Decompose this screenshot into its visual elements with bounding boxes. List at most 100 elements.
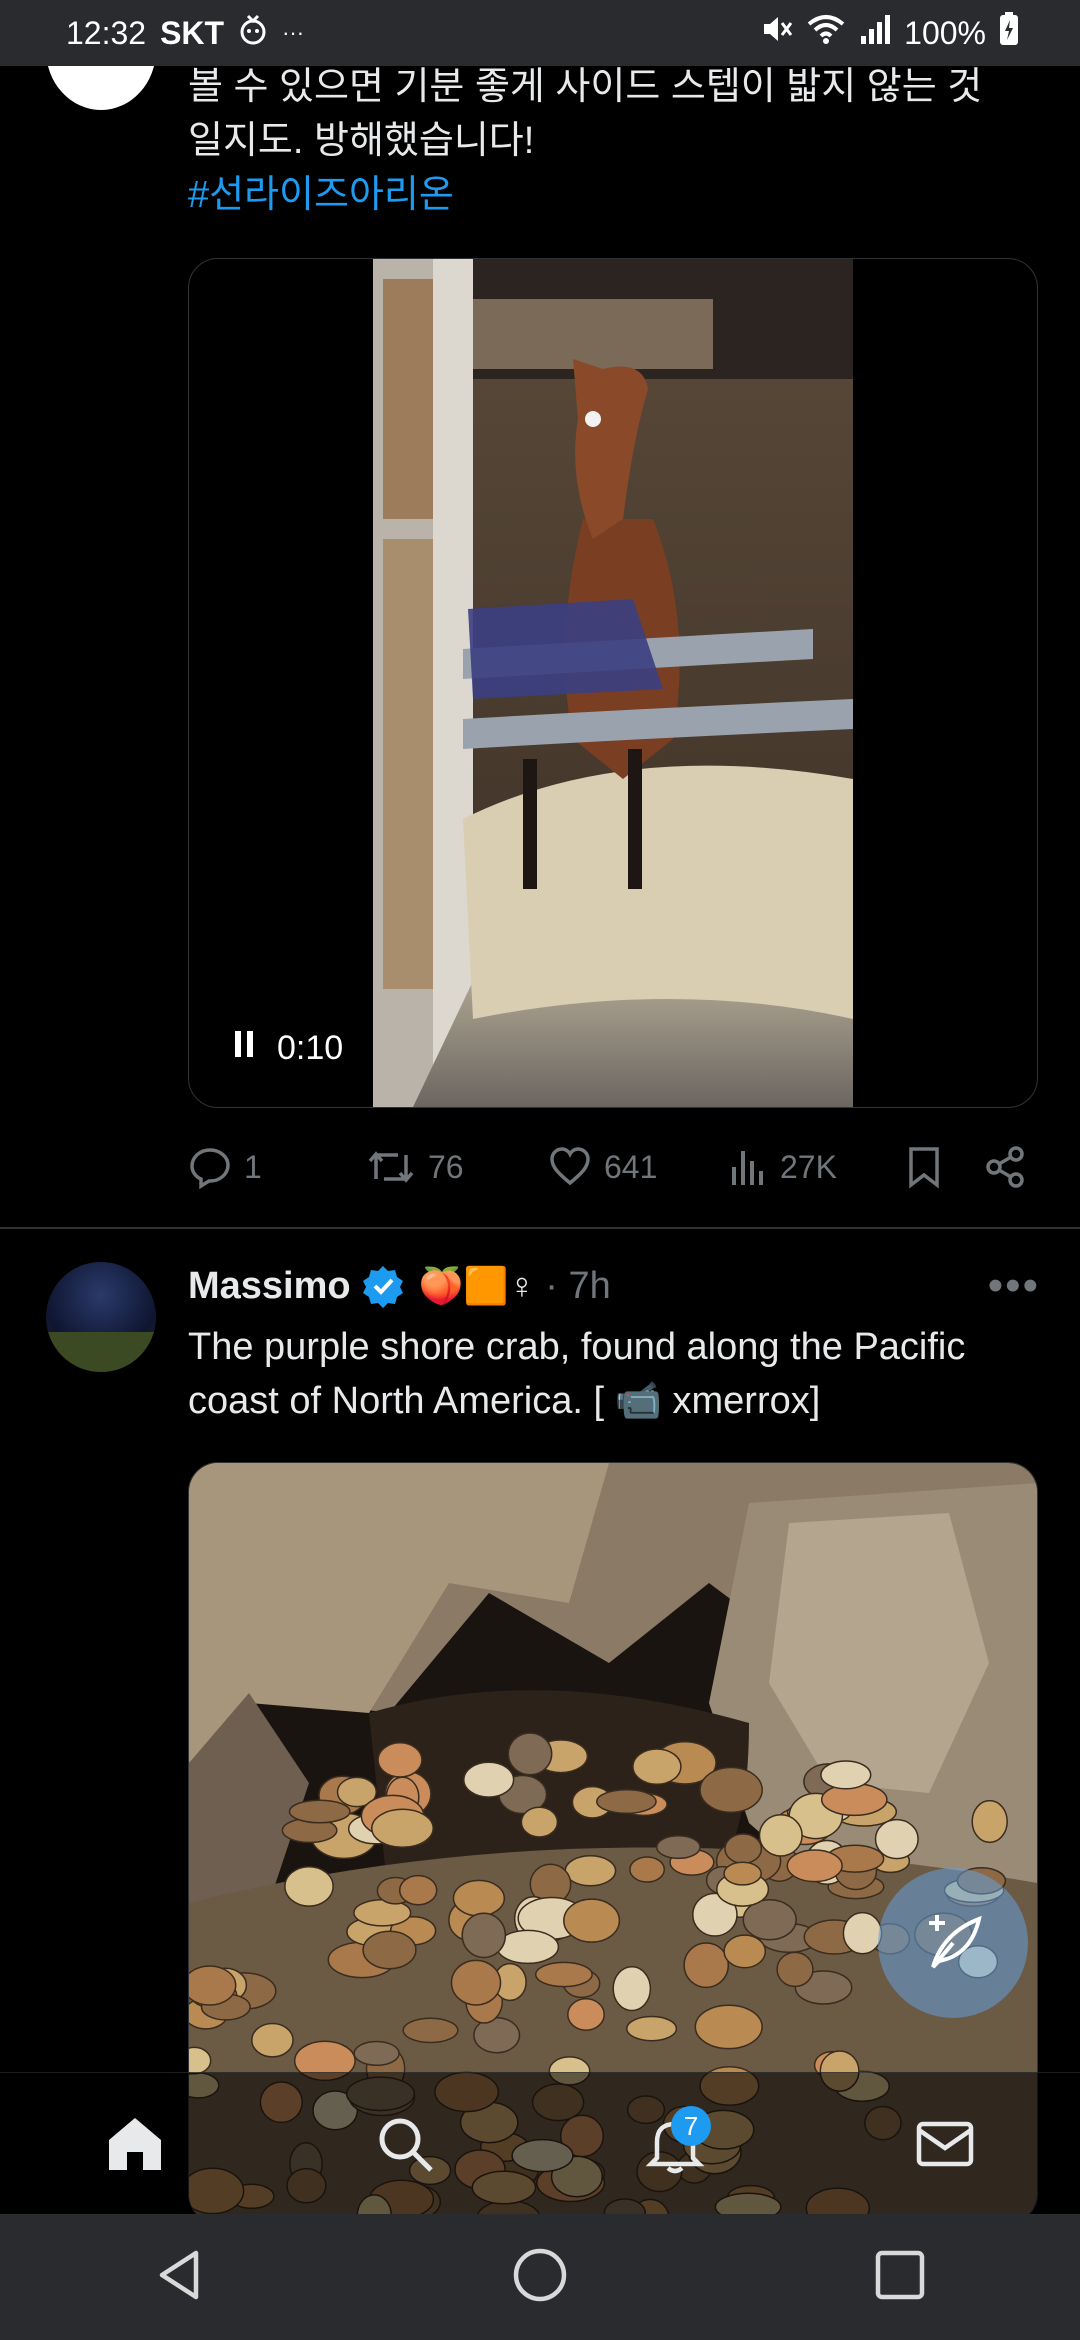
pebble	[723, 1934, 767, 1969]
home-icon	[109, 2118, 161, 2170]
pebble	[507, 1732, 553, 1776]
pebble	[632, 1748, 682, 1785]
pebble	[284, 1865, 334, 1907]
status-bar: 12:32 SKT ··· 100%	[0, 0, 1080, 66]
pebble	[723, 1861, 762, 1886]
profile-emoji-badges: 🍑🟧♀	[418, 1265, 536, 1306]
video-camera-icon: 📹	[614, 1380, 662, 1422]
tweet-divider	[0, 1227, 1080, 1229]
pebble	[461, 1912, 507, 1959]
pebble	[520, 1806, 559, 1838]
pebble	[694, 2004, 763, 2050]
pebble	[699, 1766, 763, 1814]
tweet-header: Massimo 🍑🟧♀ · 7h •••	[188, 1258, 1040, 1314]
video-player[interactable]: 0:10	[188, 258, 1038, 1108]
pebble	[353, 2040, 400, 2067]
pebble	[971, 1799, 1008, 1844]
pebble	[567, 1998, 605, 2031]
reply-count: 1	[244, 1148, 262, 1185]
author-name[interactable]: Massimo	[188, 1265, 351, 1308]
back-button[interactable]	[150, 2245, 210, 2310]
pebble	[402, 2017, 459, 2044]
bottom-nav-bar: 7	[0, 2072, 1080, 2215]
pebble	[377, 1742, 423, 1778]
retweet-button[interactable]: 76	[366, 1145, 548, 1189]
pebble	[786, 1849, 843, 1883]
views-chart-icon	[732, 1151, 763, 1185]
pebble	[288, 1799, 351, 1824]
view-count: 27K	[780, 1148, 837, 1185]
verified-badge-icon	[361, 1264, 405, 1308]
pebble	[463, 1761, 515, 1798]
pebble	[362, 1930, 417, 1970]
pebble	[629, 1856, 666, 1883]
tweet-text-line: 볼 수 있으면 기분 좋게 사이드 스텝이 밟지 않는 것	[188, 66, 983, 108]
nav-search[interactable]	[355, 2094, 455, 2194]
reply-icon	[190, 1148, 230, 1189]
tweet-text-line: The purple shore crab, found along the P…	[188, 1326, 966, 1368]
recents-button[interactable]	[870, 2245, 930, 2310]
pebble	[496, 1929, 560, 1965]
tweet-text-segment: coast of North America. [	[188, 1380, 605, 1422]
tweet-text-line: coast of North America. [ 📹 xmerrox]	[188, 1374, 1038, 1428]
tweet-actions: 1 76 641 27K	[188, 1132, 1038, 1202]
author-avatar[interactable]	[46, 1262, 156, 1372]
share-button[interactable]	[984, 1145, 1028, 1189]
pebble	[534, 1961, 593, 1988]
home-system-button[interactable]	[510, 2245, 570, 2310]
system-nav-bar	[0, 2214, 1080, 2340]
nav-notifications[interactable]: 7	[625, 2094, 725, 2194]
pebble	[564, 1855, 617, 1887]
like-count: 641	[604, 1148, 658, 1185]
pebble	[450, 1959, 502, 2006]
nav-home[interactable]	[85, 2094, 185, 2194]
bookmark-icon	[909, 1147, 939, 1189]
pebble	[189, 1965, 237, 2006]
status-more: ···	[282, 20, 305, 45]
horse-video-frame	[373, 259, 853, 1107]
status-carrier: SKT	[160, 14, 225, 51]
heart-icon	[550, 1147, 590, 1186]
pebble	[776, 1951, 814, 1988]
pebble	[758, 1814, 803, 1857]
video-controls[interactable]: 0:10	[233, 1029, 343, 1068]
more-options-icon[interactable]: •••	[988, 1261, 1040, 1311]
app-notification-icon	[238, 12, 268, 54]
pause-icon[interactable]	[233, 1029, 255, 1068]
search-icon	[379, 2118, 433, 2172]
pebble	[189, 2046, 212, 2075]
back-icon	[159, 2250, 199, 2299]
nav-messages[interactable]	[895, 2094, 995, 2194]
battery-icon	[998, 11, 1020, 55]
mute-icon	[760, 12, 794, 54]
mail-icon	[916, 2121, 974, 2167]
retweet-count: 76	[428, 1148, 464, 1185]
hashtag-link[interactable]: #선라이즈아리온	[188, 168, 1038, 222]
square-recents-icon	[875, 2250, 925, 2299]
pebble	[563, 1898, 621, 1943]
pebble	[683, 1942, 730, 1989]
share-icon	[986, 1146, 1024, 1188]
pebble	[251, 2022, 294, 2058]
signal-icon	[858, 12, 892, 54]
like-button[interactable]: 641	[548, 1145, 728, 1189]
reply-button[interactable]: 1	[188, 1145, 366, 1189]
pebble	[596, 1788, 657, 1815]
pebble	[874, 1818, 919, 1860]
pebble	[655, 1835, 701, 1860]
pebble	[371, 1808, 434, 1849]
retweet-icon	[368, 1151, 414, 1183]
wifi-icon	[806, 12, 846, 54]
bookmark-button[interactable]	[906, 1145, 984, 1189]
pebble	[398, 1874, 438, 1906]
compose-feather-icon	[929, 1915, 982, 1969]
notification-badge: 7	[671, 2106, 711, 2146]
views-button[interactable]: 27K	[728, 1145, 906, 1189]
compose-button[interactable]	[878, 1868, 1028, 2018]
tweet-text-line: 일지도. 방해했습니다!	[188, 120, 535, 162]
pebble	[820, 1760, 872, 1790]
tweet-timestamp: · 7h	[545, 1264, 611, 1307]
pebble	[724, 1833, 763, 1865]
tweet-text: The purple shore crab, found along the P…	[188, 1320, 1038, 1428]
pebble	[612, 1965, 652, 2012]
